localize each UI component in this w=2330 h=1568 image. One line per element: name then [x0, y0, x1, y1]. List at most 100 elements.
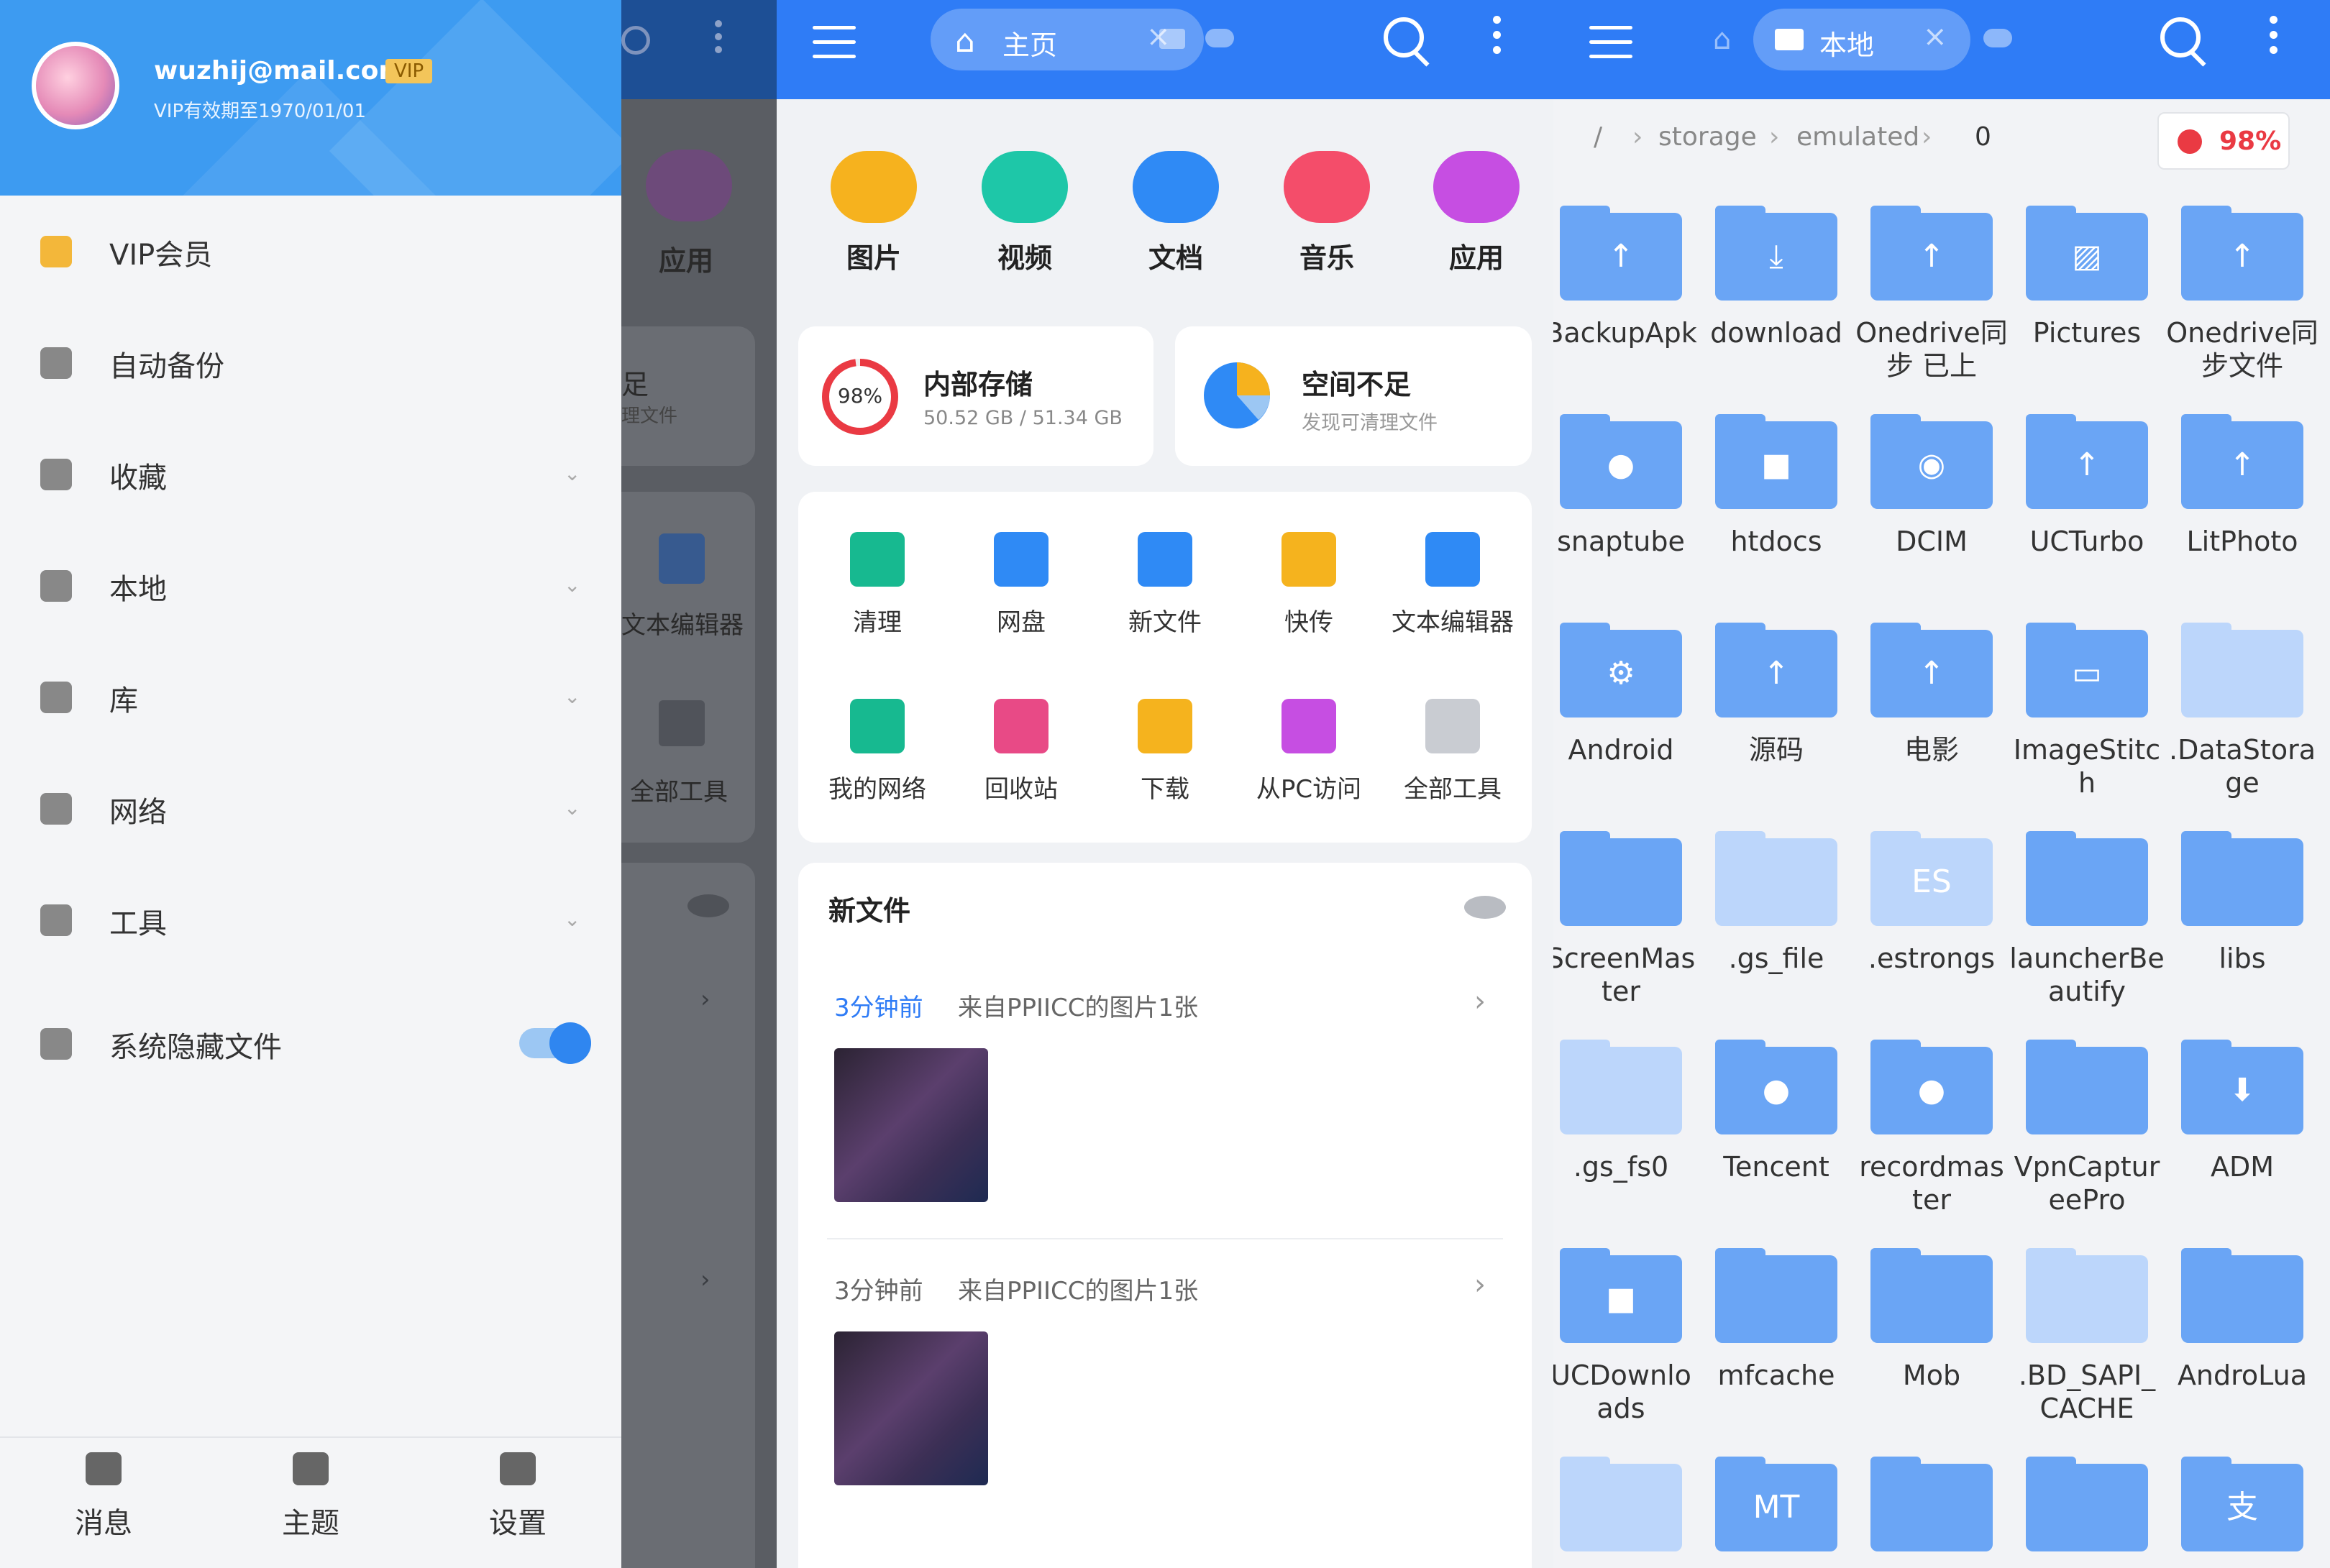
folder-item[interactable]: launcherBeautify	[2009, 831, 2165, 1008]
screen-icon[interactable]	[1159, 29, 1185, 49]
folder-item[interactable]: ■ UCDownloads	[1553, 1248, 1699, 1425]
drawer-item[interactable]: 本地 ⌄	[0, 541, 621, 628]
folder-item[interactable]: ◉ DCIM	[1854, 414, 2009, 558]
folder-item[interactable]: ⬇ ADM	[2165, 1040, 2320, 1183]
tool-item[interactable]: 下载	[1095, 699, 1235, 804]
drawer-item[interactable]: 库 ⌄	[0, 653, 621, 739]
tool-item[interactable]: 快传	[1238, 532, 1379, 638]
folder-item[interactable]: ScreenMaster	[1553, 831, 1699, 1008]
category-item[interactable]: 应用	[1415, 151, 1538, 275]
search-icon[interactable]	[1384, 17, 1424, 58]
folder-item[interactable]: libs	[2165, 831, 2320, 975]
chevron-down-icon[interactable]: ⌄	[564, 796, 580, 820]
account-email[interactable]: wuzhij@mail.com	[154, 56, 406, 86]
folder-item[interactable]: ↑ LitPhoto	[2165, 414, 2320, 558]
tool-item[interactable]: 回收站	[951, 699, 1092, 804]
folder-item[interactable]: ↑ 源码	[1699, 623, 1854, 766]
breadcrumb-emulated[interactable]: emulated	[1796, 122, 1919, 152]
new-file-entry[interactable]: 3分钟前 来自PPIICC的图片1张 ›	[798, 1254, 1532, 1513]
category-item[interactable]: 音乐	[1266, 151, 1388, 275]
folder-item[interactable]	[1553, 1457, 1699, 1567]
folder-item[interactable]: ■ htdocs	[1699, 414, 1854, 558]
more-icon[interactable]	[2270, 16, 2278, 61]
folder-item[interactable]: ↑ UCTurbo	[2009, 414, 2165, 558]
drawer-item[interactable]: 工具 ⌄	[0, 876, 621, 962]
tool-item[interactable]: 新文件	[1095, 532, 1235, 638]
new-file-entry[interactable]: 3分钟前 来自PPIICC的图片1张 ›	[798, 971, 1532, 1239]
search-icon[interactable]	[2160, 17, 2201, 58]
folder-item[interactable]: ▨ Pictures	[2009, 206, 2165, 349]
folder-item[interactable]: ⤓ download	[1699, 206, 1854, 349]
folder-item[interactable]: ↑ BackupApk	[1553, 206, 1699, 349]
home-icon[interactable]: ⌂	[1713, 23, 1731, 56]
tool-item[interactable]: 我的网络	[807, 699, 948, 804]
folder-item[interactable]	[2009, 1457, 2165, 1567]
category-item[interactable]: 图片	[813, 151, 935, 275]
tool-item[interactable]: 清理	[807, 532, 948, 638]
bottom-nav-item[interactable]: 消息	[60, 1452, 147, 1541]
folder-item[interactable]: MT	[1699, 1457, 1854, 1567]
folder-icon	[2026, 831, 2148, 926]
folder-item[interactable]: ● snaptube	[1553, 414, 1699, 558]
folder-item[interactable]: ↑ Onedrive同步文件	[2165, 206, 2320, 382]
avatar[interactable]	[32, 42, 119, 129]
folder-name: download	[1710, 317, 1842, 349]
chevron-down-icon[interactable]: ⌄	[564, 907, 580, 931]
dimmed-label: 应用	[659, 245, 714, 277]
tab-local[interactable]: 本地 ×	[1753, 9, 1970, 70]
chevron-down-icon[interactable]: ⌄	[564, 573, 580, 597]
folder-item[interactable]: ↑ 电影	[1854, 623, 2009, 766]
folder-item[interactable]: ● recordmaster	[1854, 1040, 2009, 1216]
folder-item[interactable]	[1854, 1457, 2009, 1567]
chevron-down-icon[interactable]: ⌄	[564, 462, 580, 485]
cloud-icon[interactable]	[1205, 29, 1234, 47]
folder-item[interactable]: ● Tencent	[1699, 1040, 1854, 1183]
toggle-knob[interactable]	[549, 1022, 591, 1064]
space-low-card[interactable]: 空间不足 发现可清理文件	[1175, 326, 1532, 466]
tool-label: 网盘	[997, 608, 1046, 637]
drawer-item[interactable]: 自动备份	[0, 318, 621, 405]
bottom-nav-item[interactable]: 设置	[475, 1452, 561, 1541]
category-item[interactable]: 文档	[1115, 151, 1237, 275]
close-icon[interactable]: ×	[1923, 20, 1947, 53]
image-thumbnail[interactable]	[834, 1331, 988, 1485]
breadcrumb-storage[interactable]: storage	[1658, 122, 1757, 152]
folder-item[interactable]: ⚙ Android	[1553, 623, 1699, 766]
menu-icon[interactable]	[813, 26, 856, 60]
tool-item[interactable]: 网盘	[951, 532, 1092, 638]
storage-usage-chip[interactable]: 98%	[2157, 112, 2290, 170]
folder-item[interactable]: 支	[2165, 1457, 2320, 1567]
folder-item[interactable]: Mob	[1854, 1248, 2009, 1392]
category-item[interactable]: 视频	[964, 151, 1086, 275]
tool-item[interactable]: 文本编辑器	[1382, 532, 1523, 638]
folder-name: VpnCaptureePro	[2014, 1151, 2160, 1216]
tool-item[interactable]: 从PC访问	[1238, 699, 1379, 804]
drawer-item[interactable]: 网络 ⌄	[0, 764, 621, 851]
folder-item[interactable]: .DataStorage	[2165, 623, 2320, 799]
folder-item[interactable]: ▭ ImageStitch	[2009, 623, 2165, 799]
internal-storage-card[interactable]: 98% 内部存储 50.52 GB / 51.34 GB	[798, 326, 1153, 466]
folder-item[interactable]: ↑ Onedrive同步 已上	[1854, 206, 2009, 382]
drawer-item[interactable]: VIP会员	[0, 207, 621, 293]
folder-item[interactable]: ES .estrongs	[1854, 831, 2009, 975]
more-icon[interactable]	[1493, 16, 1502, 61]
dimmed-label: 文本编辑器	[621, 611, 744, 640]
cloud-icon[interactable]	[1983, 29, 2012, 47]
folder-item[interactable]: .gs_fs0	[1553, 1040, 1699, 1183]
image-thumbnail[interactable]	[834, 1048, 988, 1202]
eye-icon[interactable]	[1464, 896, 1506, 919]
folder-item[interactable]: mfcache	[1699, 1248, 1854, 1392]
breadcrumb-current[interactable]: 0	[1975, 122, 1991, 152]
bottom-nav-item[interactable]: 主题	[268, 1452, 354, 1541]
drawer-item[interactable]: 收藏 ⌄	[0, 430, 621, 516]
folder-item[interactable]: AndroLua	[2165, 1248, 2320, 1392]
folder-icon: ●	[1560, 414, 1682, 509]
folder-item[interactable]: .gs_file	[1699, 831, 1854, 975]
folder-item[interactable]: .BD_SAPI_CACHE	[2009, 1248, 2165, 1425]
tool-item[interactable]: 全部工具	[1382, 699, 1523, 804]
breadcrumb-root[interactable]: /	[1594, 122, 1602, 152]
chevron-down-icon[interactable]: ⌄	[564, 684, 580, 708]
folder-item[interactable]: VpnCaptureePro	[2009, 1040, 2165, 1216]
dimmed-background-panel[interactable]: 应用 足 理文件 文本编辑器 全部工具 › ›	[621, 0, 777, 1568]
menu-icon[interactable]	[1589, 26, 1632, 60]
